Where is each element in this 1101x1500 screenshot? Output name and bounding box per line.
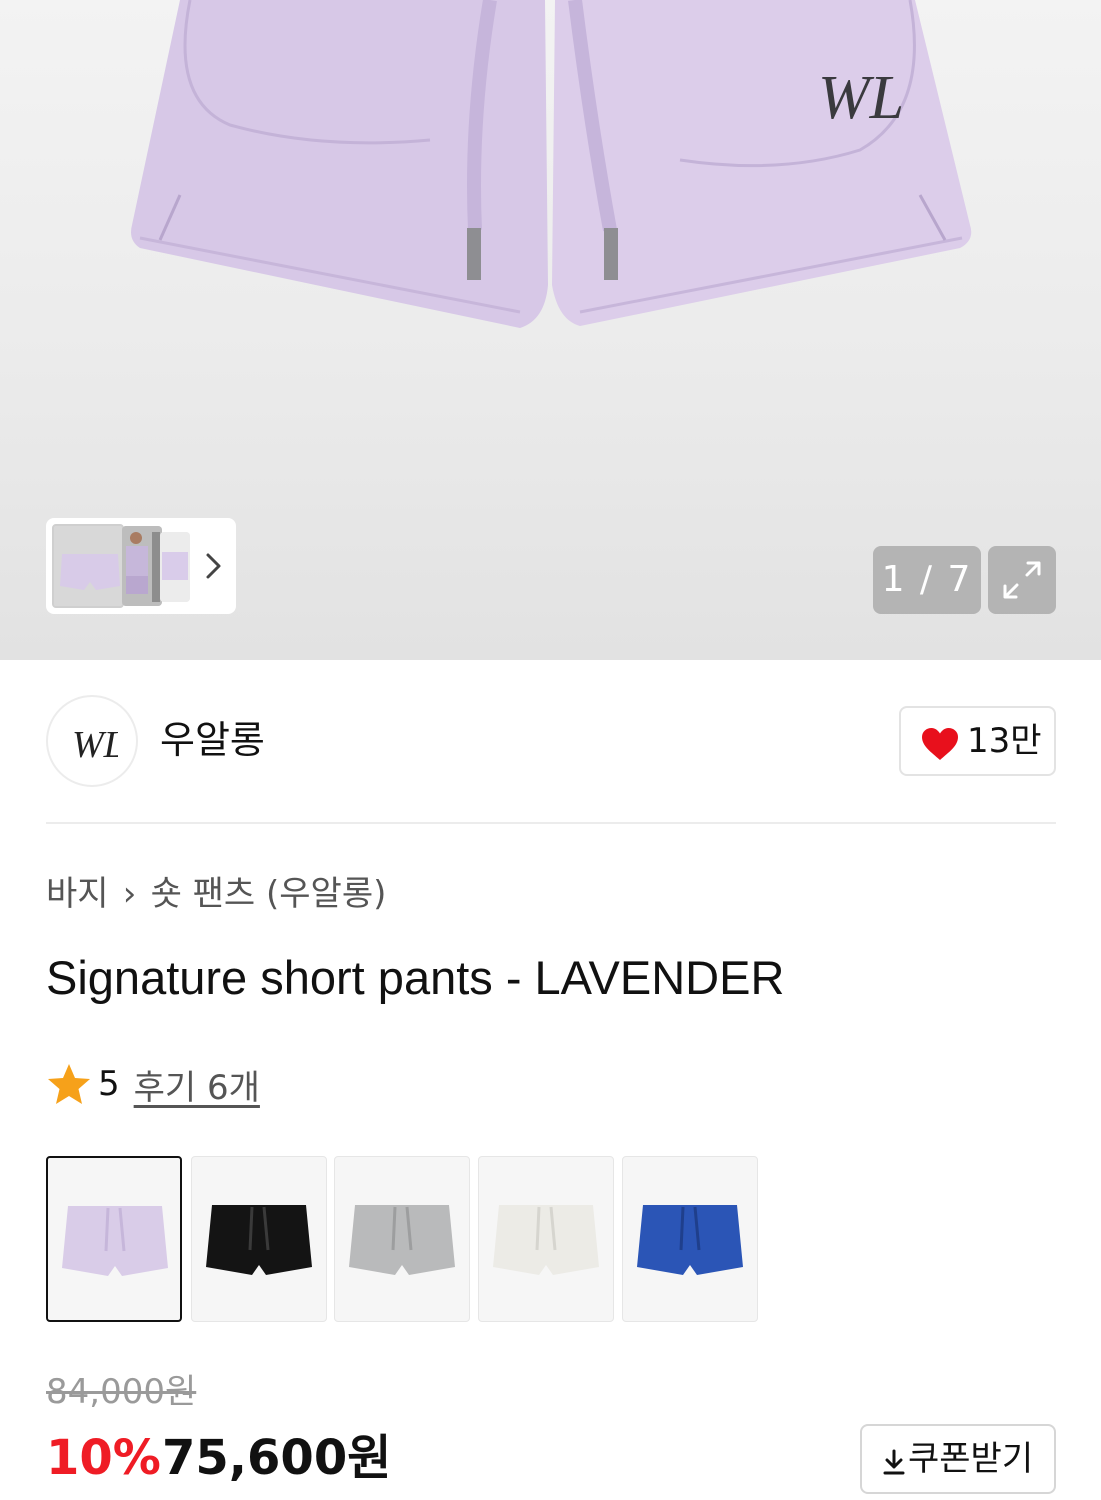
expand-icon (1003, 561, 1041, 599)
thumbnail-3[interactable] (160, 532, 190, 602)
heart-icon (922, 728, 958, 760)
color-swatch-ivory[interactable] (478, 1156, 614, 1322)
breadcrumb: 바지 › 숏 팬츠 (우알롱) (46, 870, 386, 918)
brand-name[interactable]: 우알롱 (160, 715, 265, 765)
thumbnail-2[interactable] (122, 526, 162, 606)
discount-rate: 10% (46, 1430, 161, 1486)
chevron-right-icon[interactable] (200, 550, 226, 582)
brand-logo[interactable]: WL (46, 695, 138, 787)
like-count: 13만 (967, 721, 1042, 761)
coupon-label: 쿠폰받기 (908, 1439, 1034, 1479)
chevron-right-icon: › (122, 874, 137, 914)
rating-row: 5 후기 6개 (46, 1060, 260, 1109)
reviews-link[interactable]: 후기 6개 (134, 1060, 260, 1109)
brand-logo-mark: WL (72, 724, 118, 765)
svg-text:WL: WL (818, 64, 904, 132)
divider (46, 822, 1056, 824)
color-swatch-blue[interactable] (622, 1156, 758, 1322)
thumbnail-strip[interactable] (46, 518, 236, 614)
coupon-download-button[interactable]: 쿠폰받기 (860, 1424, 1056, 1494)
svg-text:WL: WL (72, 724, 118, 765)
product-image-gallery[interactable]: WL 1 / 7 (0, 0, 1101, 660)
color-swatch-gray[interactable] (334, 1156, 470, 1322)
like-button[interactable]: 13만 (899, 706, 1056, 776)
color-swatch-black[interactable] (191, 1156, 327, 1322)
rating-score: 5 (98, 1064, 120, 1104)
original-price: 84,000원 (46, 1372, 197, 1412)
breadcrumb-current[interactable]: 숏 팬츠 (우알롱) (151, 874, 387, 914)
expand-button[interactable] (988, 546, 1056, 614)
download-icon (883, 1449, 905, 1475)
thumbnail-1[interactable] (52, 524, 124, 608)
color-swatch-lavender[interactable] (46, 1156, 182, 1322)
star-icon (48, 1064, 90, 1104)
sale-price: 75,600원 (162, 1430, 392, 1486)
image-counter: 1 / 7 (873, 546, 981, 614)
product-title: Signature short pants - LAVENDER (46, 951, 785, 1004)
breadcrumb-parent[interactable]: 바지 (46, 874, 109, 914)
